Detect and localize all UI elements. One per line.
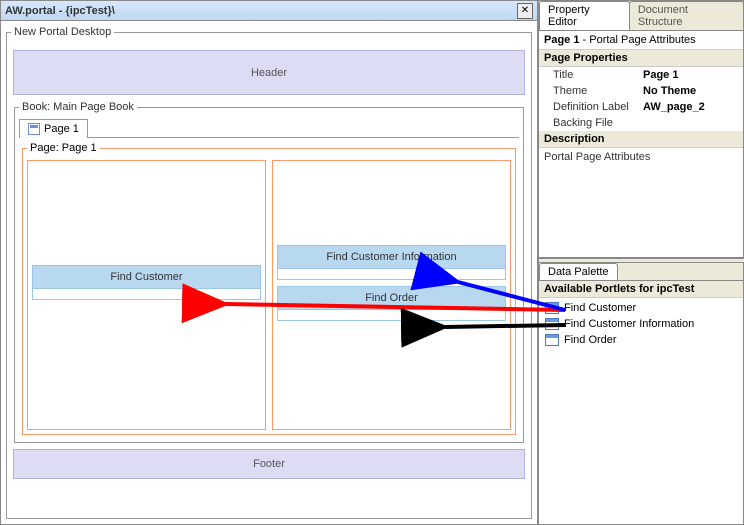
portlet-title: Find Customer Information	[278, 246, 505, 269]
portlet-body	[278, 269, 505, 279]
pe-row-title[interactable]: Title Page 1	[539, 67, 743, 83]
page-fieldset: Page: Page 1 Find Customer Find Cust	[22, 142, 516, 435]
portlet-title: Find Order	[278, 287, 505, 310]
tab-page-1[interactable]: Page 1	[19, 119, 88, 138]
portlet-icon	[545, 302, 559, 314]
portlet-body	[278, 310, 505, 320]
close-icon[interactable]: ✕	[517, 3, 533, 19]
palette-tabs: Data Palette	[539, 263, 743, 281]
tab-document-structure[interactable]: Document Structure	[629, 1, 744, 30]
palette-item-label: Find Customer Information	[564, 318, 694, 330]
editor-title-bar: AW.portal - {ipcTest}\ ✕	[1, 1, 537, 21]
header-label: Header	[251, 67, 287, 79]
layout-column-left[interactable]: Find Customer	[27, 160, 266, 430]
pe-heading-suffix: - Portal Page Attributes	[579, 34, 695, 46]
pe-value: Page 1	[643, 69, 738, 81]
layout-column-right[interactable]: Find Customer Information Find Order	[272, 160, 511, 430]
pe-value: No Theme	[643, 85, 738, 97]
desktop-fieldset: New Portal Desktop Header Book: Main Pag…	[6, 26, 532, 519]
palette-item-label: Find Customer	[564, 302, 636, 314]
pe-description-text: Portal Page Attributes	[539, 148, 743, 166]
palette-item-find-order[interactable]: Find Order	[541, 332, 741, 348]
pe-key: Definition Label	[553, 101, 643, 113]
portlet-icon	[545, 334, 559, 346]
book-fieldset: Book: Main Page Book Page 1 Page: Page 1	[14, 101, 524, 443]
portal-editor-pane: AW.portal - {ipcTest}\ ✕ New Portal Desk…	[0, 0, 538, 525]
tab-data-palette[interactable]: Data Palette	[539, 263, 618, 280]
portlet-body	[33, 289, 260, 299]
palette-item-label: Find Order	[564, 334, 617, 346]
pe-section-page-properties: Page Properties	[539, 50, 743, 67]
data-palette-panel: Data Palette Available Portlets for ipcT…	[539, 263, 744, 525]
book-legend: Book: Main Page Book	[19, 101, 137, 113]
pe-value	[643, 117, 738, 129]
pe-value: AW_page_2	[643, 101, 738, 113]
portlet-find-customer-information[interactable]: Find Customer Information	[277, 245, 506, 280]
footer-label: Footer	[253, 458, 285, 470]
portlet-title: Find Customer	[33, 266, 260, 289]
portlet-icon	[545, 318, 559, 330]
palette-list: Find Customer Find Customer Information …	[539, 298, 743, 350]
page-tab-strip: Page 1	[19, 119, 519, 138]
tab-label: Page 1	[44, 123, 79, 135]
pe-key: Theme	[553, 85, 643, 97]
property-editor-tabs: Property Editor Document Structure	[539, 1, 743, 31]
property-editor-heading: Page 1 - Portal Page Attributes	[539, 31, 743, 50]
palette-section-header: Available Portlets for ipcTest	[539, 281, 743, 298]
pe-key: Backing File	[553, 117, 643, 129]
footer-region[interactable]: Footer	[13, 449, 525, 479]
page-legend: Page: Page 1	[27, 142, 100, 154]
pe-heading-name: Page 1	[544, 34, 579, 46]
page-icon	[28, 123, 40, 135]
header-region[interactable]: Header	[13, 50, 525, 95]
pe-row-theme[interactable]: Theme No Theme	[539, 83, 743, 99]
pe-section-description: Description	[539, 131, 743, 148]
pe-row-backing-file[interactable]: Backing File	[539, 115, 743, 131]
property-editor-panel: Property Editor Document Structure Page …	[539, 0, 744, 258]
portlet-find-customer[interactable]: Find Customer	[32, 265, 261, 300]
palette-item-find-customer[interactable]: Find Customer	[541, 300, 741, 316]
editor-title: AW.portal - {ipcTest}\	[5, 5, 517, 17]
pe-key: Title	[553, 69, 643, 81]
portlet-find-order[interactable]: Find Order	[277, 286, 506, 321]
desktop-legend: New Portal Desktop	[11, 26, 114, 38]
palette-item-find-customer-information[interactable]: Find Customer Information	[541, 316, 741, 332]
tab-property-editor[interactable]: Property Editor	[539, 1, 630, 30]
pe-row-definition-label[interactable]: Definition Label AW_page_2	[539, 99, 743, 115]
